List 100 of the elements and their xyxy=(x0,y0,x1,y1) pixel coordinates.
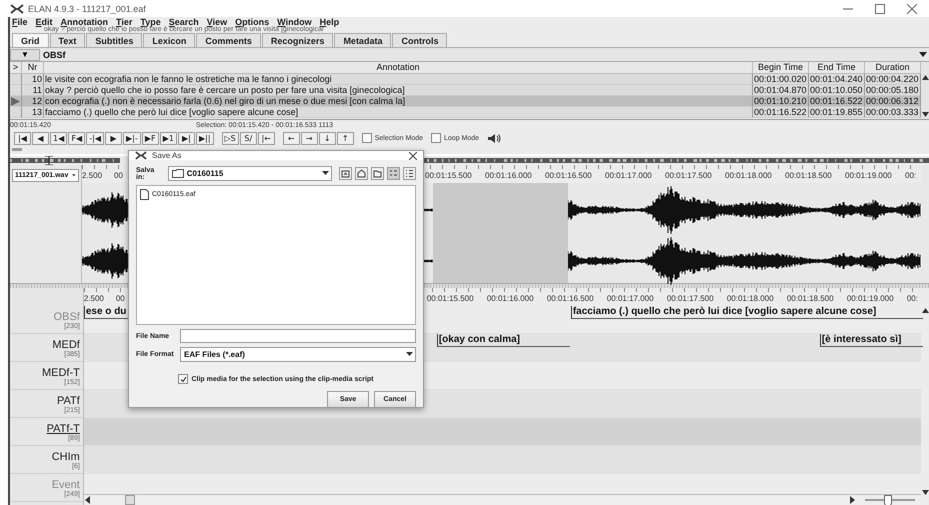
media-control-button[interactable]: -|◀ xyxy=(86,132,104,144)
menu-item[interactable]: Edit xyxy=(36,17,53,27)
file-name-field[interactable] xyxy=(180,329,416,343)
column-header[interactable]: Nr xyxy=(22,62,44,74)
media-control-button[interactable]: |◀ xyxy=(14,132,31,144)
navigation-button[interactable]: → xyxy=(300,132,318,144)
vertical-scrollbar[interactable] xyxy=(921,62,929,119)
table-cell[interactable]: le visite con ecografia non le fanno le ostretiche ma le fanno i ginecologi xyxy=(44,74,753,85)
scrollbar-thumb[interactable] xyxy=(124,495,135,505)
menu-item[interactable]: View xyxy=(206,17,228,27)
row-header-cell[interactable] xyxy=(10,74,22,85)
annotation[interactable]: [okay con calma] xyxy=(436,334,570,347)
table-cell[interactable]: facciamo (.) quello che però lui dice [voglio sapere alcune cose] xyxy=(44,107,753,118)
scroll-down-icon[interactable] xyxy=(922,490,928,495)
column-header[interactable]: End Time xyxy=(809,62,865,74)
column-header[interactable]: Duration xyxy=(865,62,921,74)
menu-item[interactable]: Search xyxy=(168,17,199,27)
media-control-button[interactable]: ▶| xyxy=(178,132,195,144)
file-format-dropdown[interactable]: EAF Files (*.eaf) xyxy=(180,347,416,362)
menu-item[interactable]: Type xyxy=(140,17,161,27)
menu-item[interactable]: Help xyxy=(320,17,340,27)
annotation[interactable]: facciamo (.) quello che però lui dice [voglio sapere alcune cose] xyxy=(570,306,923,319)
list-view-icon[interactable] xyxy=(387,167,400,180)
navigation-button[interactable]: ↑ xyxy=(336,132,354,144)
ruler-label: 00:01:17.000 xyxy=(606,294,654,303)
vertical-scrollbar[interactable] xyxy=(921,288,929,505)
media-control-button[interactable]: ▶|| xyxy=(196,132,214,144)
scroll-down-icon[interactable] xyxy=(922,112,928,117)
menu-item[interactable]: Annotation xyxy=(60,17,108,27)
media-control-button[interactable]: F◀ xyxy=(68,132,86,144)
tier-name: OBSf xyxy=(42,50,66,60)
tier-label[interactable]: CHIm xyxy=(52,451,80,463)
tier-label[interactable]: MEDf-T xyxy=(42,367,80,379)
menu-item[interactable]: Options xyxy=(235,17,270,27)
table-cell: 11 xyxy=(22,85,44,96)
selection-control-button[interactable]: |← xyxy=(258,132,275,144)
scroll-left-icon[interactable] xyxy=(84,496,92,504)
row-pointer-icon xyxy=(11,96,20,106)
tab[interactable]: Text xyxy=(50,33,86,47)
scroll-right-icon[interactable] xyxy=(848,496,856,504)
tab[interactable]: Lexicon xyxy=(143,33,196,47)
horizontal-scrollbar[interactable] xyxy=(84,494,922,505)
menu-item[interactable]: Tier xyxy=(116,17,132,27)
checkbox[interactable] xyxy=(362,133,372,143)
menu-item[interactable]: Window xyxy=(277,17,312,27)
up-folder-icon[interactable] xyxy=(339,167,352,180)
navigation-button[interactable]: ← xyxy=(282,132,300,144)
tab[interactable]: Recognizers xyxy=(262,33,334,47)
media-control-button[interactable]: ▶1 xyxy=(160,132,177,144)
selection-control-button[interactable]: S/ xyxy=(240,132,257,144)
dropdown-arrow-icon[interactable] xyxy=(919,52,927,58)
checkbox[interactable] xyxy=(431,133,442,143)
table-cell: 00:01:19.855 xyxy=(809,107,865,118)
scroll-up-icon[interactable] xyxy=(922,75,928,80)
close-icon[interactable] xyxy=(409,152,417,160)
row-header-cell[interactable] xyxy=(10,107,22,118)
media-control-button[interactable]: ▶ xyxy=(104,132,122,144)
menu-item[interactable]: File xyxy=(12,17,28,27)
tab[interactable]: Grid xyxy=(12,33,49,47)
home-icon[interactable] xyxy=(355,167,368,180)
tier-label[interactable]: PATf xyxy=(57,395,80,407)
media-control-button[interactable]: ◀ xyxy=(32,132,49,144)
column-header[interactable]: Begin Time xyxy=(753,62,809,74)
column-header[interactable]: > xyxy=(10,62,22,74)
tier-toggle-button[interactable]: ▼ xyxy=(10,48,40,60)
details-view-icon[interactable] xyxy=(403,167,416,180)
new-folder-icon[interactable] xyxy=(371,167,384,180)
checkbox[interactable] xyxy=(178,374,188,384)
row-header-cell[interactable] xyxy=(10,96,22,107)
table-cell: 00:01:10.210 xyxy=(753,96,809,107)
media-control-button[interactable]: ▶|- xyxy=(122,132,141,144)
ruler-label: 00:01:16.000 xyxy=(486,294,534,303)
media-control-button[interactable]: 1◀ xyxy=(50,132,68,144)
close-icon[interactable] xyxy=(907,4,917,14)
scroll-up-icon[interactable] xyxy=(922,308,928,313)
tab[interactable]: Controls xyxy=(392,33,448,47)
speaker-icon[interactable] xyxy=(487,132,502,144)
table-cell[interactable]: okay ? perciò quello che io posso fare è cercare un posto per fare una visita [ginecologica] xyxy=(44,85,753,96)
navigation-button[interactable]: ↓ xyxy=(318,132,336,144)
ruler-label: 00 xyxy=(116,294,125,303)
ruler-label: 00:01:18.500 xyxy=(785,171,832,180)
tab[interactable]: Subtitles xyxy=(86,33,142,47)
tier-label[interactable]: MEDf xyxy=(52,339,80,351)
file-icon xyxy=(140,189,149,200)
table-cell[interactable]: con ecografia (.) non è necessario farla (0.6) nel giro di un mese o due mesi [con calma la] xyxy=(44,96,753,107)
slider-thumb[interactable] xyxy=(12,148,22,151)
caret-icon xyxy=(72,173,76,178)
ruler-label: 00:01:16.500 xyxy=(546,294,594,303)
tab[interactable]: Comments xyxy=(196,33,261,47)
row-header-cell[interactable] xyxy=(10,85,22,96)
folder-dropdown[interactable]: C0160115 xyxy=(168,166,332,181)
maximize-icon[interactable] xyxy=(875,4,885,14)
app-logo-icon xyxy=(135,151,147,160)
tier-label[interactable]: PATf-T xyxy=(46,423,80,435)
column-header[interactable]: Annotation xyxy=(44,62,753,74)
media-control-button[interactable]: ▶F xyxy=(142,132,159,144)
ruler-label: 2.500 xyxy=(84,294,104,303)
selection-control-button[interactable]: ▷S xyxy=(222,132,239,144)
tab[interactable]: Metadata xyxy=(334,33,392,47)
ruler-label: 00:01:16.000 xyxy=(485,171,532,180)
